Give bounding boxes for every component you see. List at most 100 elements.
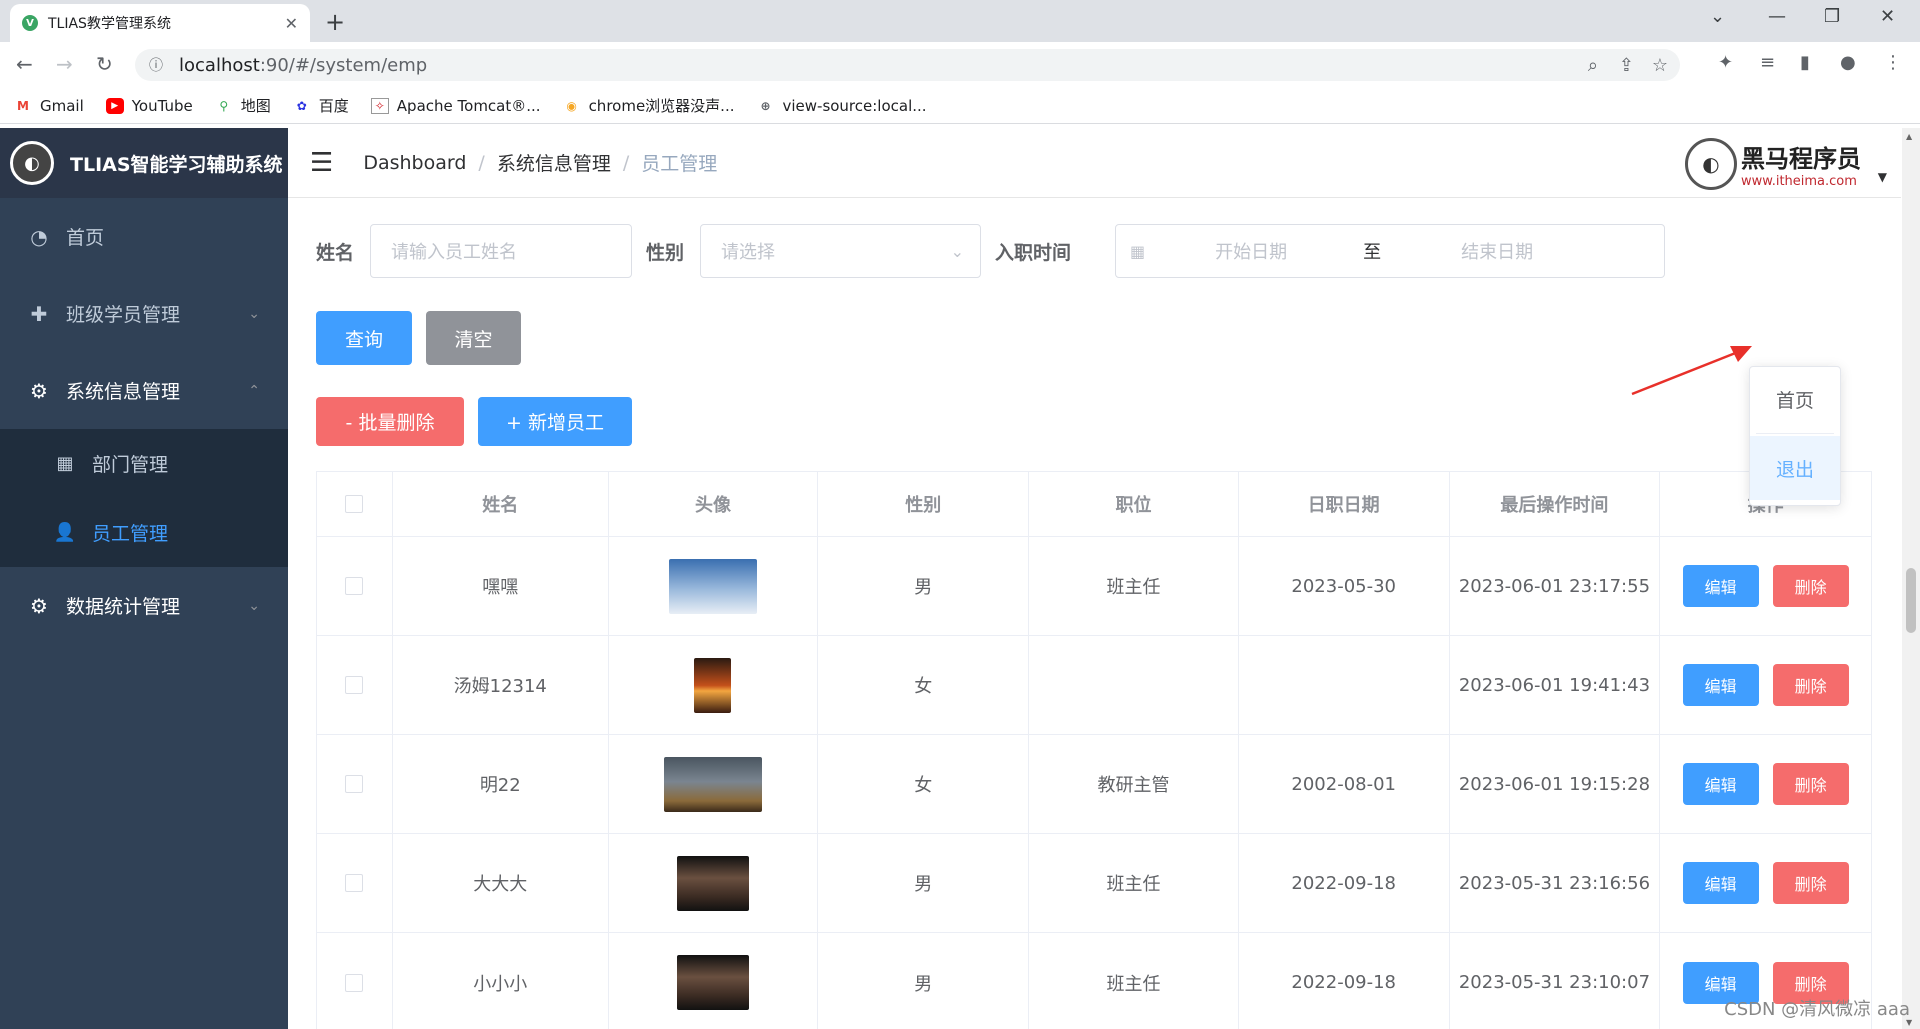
edit-button[interactable]: 编辑 xyxy=(1682,862,1759,904)
share-icon[interactable]: ⇪ xyxy=(1619,55,1634,76)
sidebar-item-home[interactable]: ◔ 首页 xyxy=(0,198,288,275)
bookmark-tomcat[interactable]: ✧ Apache Tomcat®... xyxy=(370,97,541,115)
sidebar-item-class[interactable]: ✚ 班级学员管理 ⌄ xyxy=(0,275,288,352)
page-scrollbar[interactable]: ▲ ▼ xyxy=(1902,128,1920,1029)
system-submenu: ▦ 部门管理 👤 员工管理 xyxy=(0,429,288,567)
minimize-icon[interactable]: — xyxy=(1768,6,1786,27)
row-select-cell xyxy=(317,537,393,635)
menu-dots-icon[interactable]: ⋮ xyxy=(1884,52,1902,73)
zoom-icon[interactable]: ⌕ xyxy=(1588,55,1598,76)
delete-button[interactable]: 删除 xyxy=(1772,763,1849,805)
cell-update-time: 2023-06-01 23:17:55 xyxy=(1450,537,1661,635)
reading-list-icon[interactable]: ≡ xyxy=(1760,52,1775,73)
brand-logo-icon: ◐ xyxy=(1685,138,1737,190)
sidebar-item-stats[interactable]: ⚙ 数据统计管理 ⌄ xyxy=(0,567,288,644)
row-checkbox[interactable] xyxy=(345,577,364,595)
cell-position: 教研主管 xyxy=(1029,735,1239,833)
clear-button[interactable]: 清空 xyxy=(426,311,521,365)
tab-search-icon[interactable]: ⌄ xyxy=(1710,6,1725,27)
edit-button[interactable]: 编辑 xyxy=(1682,565,1759,607)
delete-button[interactable]: 删除 xyxy=(1772,664,1849,706)
bookmark-label: YouTube xyxy=(131,96,193,115)
cell-update-time: 2023-05-31 23:16:56 xyxy=(1450,834,1661,932)
restore-icon[interactable]: ❐ xyxy=(1824,6,1840,27)
youtube-icon: ▶ xyxy=(105,97,124,114)
scroll-thumb[interactable] xyxy=(1906,568,1916,633)
dropdown-home[interactable]: 首页 xyxy=(1750,367,1840,431)
bookmark-youtube[interactable]: ▶ YouTube xyxy=(105,96,193,115)
select-all-checkbox[interactable] xyxy=(345,495,364,513)
sidebar-item-dept[interactable]: ▦ 部门管理 xyxy=(0,429,288,498)
forward-icon[interactable]: → xyxy=(56,52,73,76)
url-input[interactable]: ⓘ localhost:90/#/system/emp ⌕ ⇪ ☆ xyxy=(135,49,1680,81)
chevron-down-icon: ⌄ xyxy=(950,241,965,261)
gear-icon: ⚙ xyxy=(30,378,48,403)
sidebar-item-label: 系统信息管理 xyxy=(66,381,181,403)
table-header: 姓名 头像 性别 职位 日职日期 最后操作时间 操作 xyxy=(317,472,1871,537)
window-close-icon[interactable]: ✕ xyxy=(1880,6,1895,27)
row-checkbox[interactable] xyxy=(345,775,364,793)
tab-close-icon[interactable]: ✕ xyxy=(285,14,298,33)
sidebar-item-label: 班级学员管理 xyxy=(66,304,181,326)
bookmarks-bar: M Gmail ▶ YouTube ⚲ 地图 ✿ 百度 ✧ Apache Tom… xyxy=(0,88,1920,124)
avatar-image xyxy=(676,955,749,1010)
cell-actions: 编辑 删除 xyxy=(1660,735,1871,833)
bookmark-star-icon[interactable]: ☆ xyxy=(1652,55,1668,76)
watermark: CSDN @清风微凉 aaa xyxy=(1724,999,1910,1020)
edit-button[interactable]: 编辑 xyxy=(1682,664,1759,706)
cell-gender: 女 xyxy=(818,636,1030,734)
date-range-picker[interactable]: ▦ 开始日期 至 结束日期 xyxy=(1115,224,1666,278)
hamburger-icon[interactable]: ☰ xyxy=(310,148,333,178)
bookmark-chrome[interactable]: ◉ chrome浏览器没声... xyxy=(563,95,734,116)
cell-name: 大大大 xyxy=(393,834,609,932)
name-search-input[interactable]: 请输入员工姓名 xyxy=(370,224,633,278)
site-info-icon[interactable]: ⓘ xyxy=(149,55,163,75)
table-row: 大大大 男 班主任 2022-09-18 2023-05-31 23:16:56… xyxy=(317,834,1871,933)
browser-tab-bar: V TLIAS教学管理系统 ✕ + ⌄ — ❐ ✕ xyxy=(0,0,1920,42)
caret-down-icon[interactable]: ▼ xyxy=(1878,170,1887,184)
bookmark-gmail[interactable]: M Gmail xyxy=(14,97,84,115)
cell-gender: 男 xyxy=(818,537,1030,635)
bookmark-label: view-source:local... xyxy=(782,96,927,115)
sidebar-item-emp[interactable]: 👤 员工管理 xyxy=(0,498,288,567)
breadcrumb-separator: / xyxy=(622,151,630,174)
reload-icon[interactable]: ↻ xyxy=(96,52,113,76)
back-icon[interactable]: ← xyxy=(16,52,33,76)
scroll-up-icon[interactable]: ▲ xyxy=(1906,132,1912,141)
row-checkbox[interactable] xyxy=(345,874,364,892)
query-button[interactable]: 查询 xyxy=(316,311,412,365)
grid-icon: ▦ xyxy=(56,453,74,474)
bookmark-baidu[interactable]: ✿ 百度 xyxy=(293,95,349,116)
add-employee-button[interactable]: + 新增员工 xyxy=(478,397,632,446)
new-tab-icon[interactable]: + xyxy=(325,8,345,36)
profile-icon[interactable]: ● xyxy=(1840,52,1856,73)
cell-entry-date: 2022-09-18 xyxy=(1239,933,1450,1029)
edit-button[interactable]: 编辑 xyxy=(1682,763,1759,805)
table-row: 汤姆12314 女 2023-06-01 19:41:43 编辑 删除 xyxy=(317,636,1871,735)
delete-button[interactable]: 删除 xyxy=(1772,862,1849,904)
brand-dropdown-trigger[interactable]: ◐ 黑马程序员 www.itheima.com ▼ xyxy=(1685,138,1887,190)
delete-button[interactable]: 删除 xyxy=(1772,565,1849,607)
bookmark-view-source[interactable]: ⊕ view-source:local... xyxy=(756,97,926,115)
cell-entry-date: 2022-09-18 xyxy=(1239,834,1450,932)
sidebar-item-system[interactable]: ⚙ 系统信息管理 ⌃ xyxy=(0,352,288,429)
gender-select[interactable]: 请选择 ⌄ xyxy=(700,224,982,278)
batch-delete-button[interactable]: - 批量删除 xyxy=(316,397,464,446)
cell-update-time: 2023-05-31 23:10:07 xyxy=(1450,933,1661,1029)
row-checkbox[interactable] xyxy=(345,676,364,694)
cell-name: 明22 xyxy=(393,735,609,833)
extensions-icon[interactable]: ✦ xyxy=(1718,52,1733,73)
tab-title: TLIAS教学管理系统 xyxy=(48,16,171,32)
cell-gender: 男 xyxy=(818,933,1030,1029)
breadcrumb-dashboard[interactable]: Dashboard xyxy=(363,152,466,174)
cell-name: 小小小 xyxy=(393,933,609,1029)
browser-tab[interactable]: V TLIAS教学管理系统 ✕ xyxy=(10,4,310,42)
dropdown-logout[interactable]: 退出 xyxy=(1750,436,1840,500)
bookmark-maps[interactable]: ⚲ 地图 xyxy=(215,95,270,116)
range-separator: 至 xyxy=(1363,242,1382,263)
row-checkbox[interactable] xyxy=(345,973,364,992)
gender-label: 性别 xyxy=(646,241,685,264)
table-row: 小小小 男 班主任 2022-09-18 2023-05-31 23:10:07… xyxy=(317,933,1871,1029)
side-panel-icon[interactable]: ▮ xyxy=(1800,52,1810,73)
sidebar-logo[interactable]: ◐ TLIAS智能学习辅助系统 xyxy=(0,128,288,198)
